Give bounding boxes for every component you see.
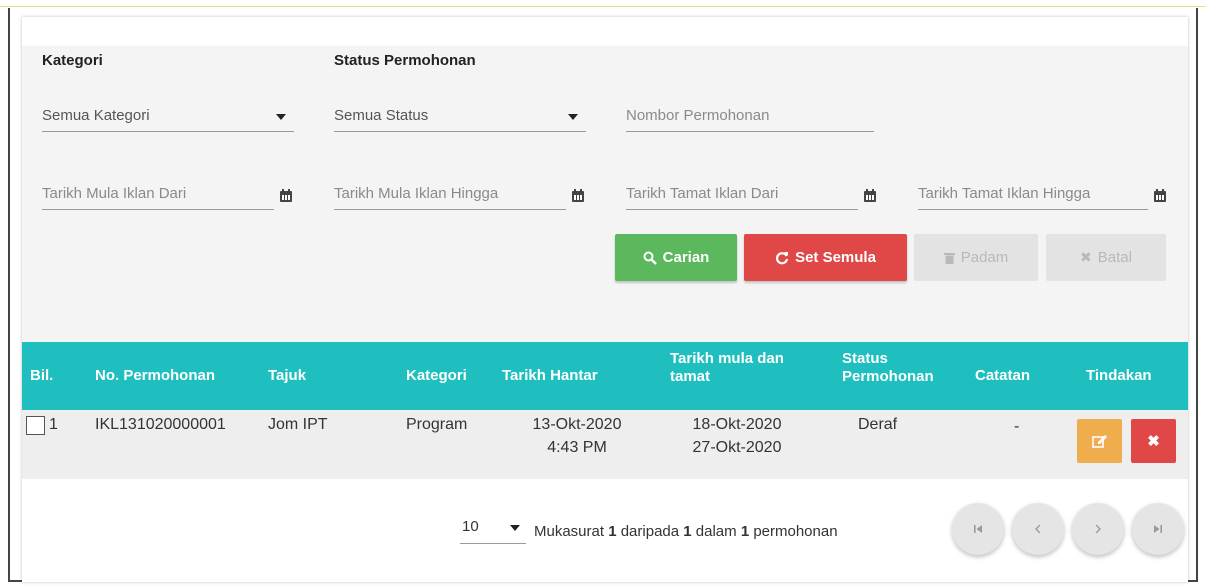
status-select-value: Semua Status [334, 107, 429, 124]
nombor-permohonan-input[interactable]: Nombor Permohonan [626, 99, 874, 132]
cell-tajuk: Jom IPT [268, 416, 328, 433]
cell-no-permohonan: IKL131020000001 [95, 416, 226, 433]
tarikh-tamat-dari-placeholder: Tarikh Tamat Iklan Dari [626, 185, 779, 202]
pagination-info-suffix: permohonan [749, 523, 838, 540]
panel-header-strip [22, 17, 1188, 46]
calendar-icon[interactable] [1154, 189, 1166, 202]
col-bil: Bil. [30, 367, 54, 384]
padam-button-label: Padam [960, 249, 1009, 266]
page-size-value: 10 [462, 518, 479, 535]
chevron-down-icon [568, 114, 578, 120]
last-page-button[interactable] [1132, 503, 1184, 555]
last-page-icon [1154, 525, 1162, 533]
pagination-info-mid1: daripada [616, 523, 684, 540]
table-header: Bil. No. Permohonan Tajuk Kategori Tarik… [22, 342, 1188, 410]
cell-kategori: Program [406, 416, 468, 433]
next-page-icon [1095, 524, 1101, 534]
calendar-icon[interactable] [864, 189, 876, 202]
status-permohonan-label: Status Permohonan [334, 52, 476, 69]
set-semula-button-label: Set Semula [795, 249, 876, 266]
pagination-info-prefix: Mukasurat [534, 523, 609, 540]
col-tindakan: Tindakan [1086, 367, 1152, 384]
pagination-info-mid2: dalam [691, 523, 741, 540]
set-semula-button[interactable]: Set Semula [744, 234, 907, 281]
row-checkbox[interactable] [26, 416, 45, 435]
batal-button[interactable]: ✖ Batal [1046, 234, 1166, 281]
top-divider [0, 6, 1206, 7]
col-no-permohonan: No. Permohonan [95, 367, 216, 384]
next-page-button[interactable] [1072, 503, 1124, 555]
col-tajuk: Tajuk [268, 367, 307, 384]
trash-icon [943, 252, 955, 264]
pagination-page: 1 [608, 523, 617, 540]
close-icon: ✖ [1147, 433, 1160, 450]
cell-tarikh-hantar-time: 4:43 PM [547, 439, 607, 456]
search-icon [643, 251, 657, 265]
tarikh-tamat-hingga-placeholder: Tarikh Tamat Iklan Hingga [918, 185, 1091, 202]
cell-bil: 1 [49, 416, 58, 433]
kategori-select[interactable]: Semua Kategori [42, 99, 294, 132]
tarikh-mula-hingga-placeholder: Tarikh Mula Iklan Hingga [334, 185, 499, 202]
tarikh-mula-hingga-input[interactable]: Tarikh Mula Iklan Hingga [334, 177, 584, 210]
padam-button[interactable]: Padam [914, 234, 1038, 281]
prev-page-icon [1035, 524, 1041, 534]
cell-status: Deraf [858, 416, 898, 433]
calendar-icon[interactable] [572, 189, 584, 202]
edit-button[interactable] [1077, 419, 1122, 463]
first-page-button[interactable] [952, 503, 1004, 555]
cell-catatan: - [1014, 418, 1020, 435]
batal-button-label: Batal [1097, 249, 1132, 266]
col-catatan: Catatan [975, 367, 1031, 384]
pagination-bar: 10 Mukasurat 1 daripada 1 dalam 1 permoh… [22, 479, 1188, 582]
carian-button-label: Carian [662, 249, 710, 266]
carian-button[interactable]: Carian [615, 234, 737, 281]
pagination-total-items: 1 [740, 523, 750, 540]
edit-icon [1091, 435, 1107, 448]
prev-page-button[interactable] [1012, 503, 1064, 555]
kategori-label: Kategori [42, 52, 103, 69]
page-size-select[interactable]: 10 [460, 513, 526, 544]
table-row: 1 IKL131020000001 Jom IPT Program 13-Okt… [22, 410, 1188, 479]
col-tarikh-mula-tamat: Tarikh mula dan tamat [670, 350, 784, 385]
tarikh-mula-dari-placeholder: Tarikh Mula Iklan Dari [42, 185, 187, 202]
col-tarikh-hantar: Tarikh Hantar [502, 367, 598, 384]
status-select[interactable]: Semua Status [334, 99, 586, 132]
cell-tarikh-tamat: 27-Okt-2020 [692, 439, 782, 456]
search-panel: Kategori Status Permohonan Semua Kategor… [22, 17, 1188, 582]
cell-tarikh-mula: 18-Okt-2020 [692, 416, 782, 433]
cell-tarikh-hantar-date: 13-Okt-2020 [532, 416, 622, 433]
chevron-down-icon [276, 114, 286, 120]
pagination-info: Mukasurat 1 daripada 1 dalam 1 permohona… [534, 523, 838, 540]
col-kategori: Kategori [406, 367, 467, 384]
refresh-icon [776, 251, 789, 264]
nombor-permohonan-placeholder: Nombor Permohonan [626, 107, 770, 124]
chevron-down-icon [510, 525, 520, 531]
calendar-icon[interactable] [280, 189, 292, 202]
tarikh-mula-dari-input[interactable]: Tarikh Mula Iklan Dari [42, 177, 292, 210]
close-icon: ✖ [1080, 249, 1092, 265]
tarikh-tamat-hingga-input[interactable]: Tarikh Tamat Iklan Hingga [918, 177, 1166, 210]
kategori-select-value: Semua Kategori [42, 107, 150, 124]
delete-button[interactable]: ✖ [1131, 419, 1176, 463]
pagination-total-pages: 1 [683, 523, 692, 540]
first-page-icon [974, 525, 982, 533]
col-status-permohonan: Status Permohonan [842, 350, 934, 385]
tarikh-tamat-dari-input[interactable]: Tarikh Tamat Iklan Dari [626, 177, 876, 210]
